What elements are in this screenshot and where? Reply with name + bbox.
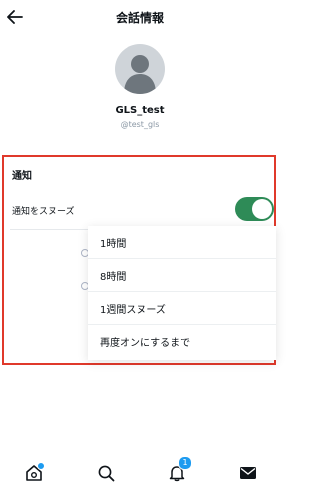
search-icon	[98, 465, 115, 482]
notifications-tab[interactable]: 1	[166, 456, 192, 484]
snooze-option-1h[interactable]: 1時間	[88, 226, 276, 259]
snooze-option-until-on[interactable]: 再度オンにするまで	[88, 325, 276, 358]
username: @test_gls	[120, 120, 160, 129]
page-title: 会話情報	[115, 11, 164, 25]
avatar[interactable]	[115, 44, 165, 94]
search-tab[interactable]	[95, 462, 117, 484]
notification-count-badge: 1	[178, 456, 192, 470]
snooze-option-8h[interactable]: 8時間	[88, 259, 276, 292]
snooze-notifications-label: 通知をスヌーズ	[12, 207, 75, 217]
messages-tab[interactable]	[237, 462, 259, 484]
toggle-knob	[252, 199, 272, 219]
snooze-options-menu: 1時間 8時間 1週間スヌーズ 再度オンにするまで	[88, 226, 276, 360]
mail-icon	[240, 467, 256, 479]
unread-dot	[37, 462, 45, 470]
home-tab[interactable]	[23, 462, 45, 484]
snooze-option-1w[interactable]: 1週間スヌーズ	[88, 292, 276, 325]
bottom-nav: 1	[0, 448, 280, 497]
section-title: 通知	[12, 171, 32, 182]
divider	[10, 229, 100, 230]
top-bar: 会話情報	[0, 0, 280, 36]
display-name: GLS_test	[115, 105, 165, 116]
default-avatar-icon	[124, 55, 156, 94]
snooze-toggle[interactable]	[235, 197, 274, 221]
